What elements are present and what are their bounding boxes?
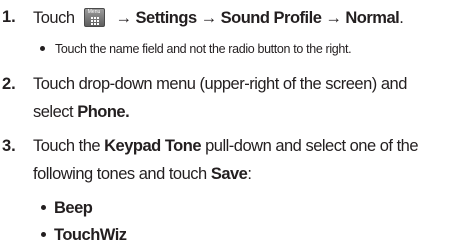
save-label: Save [210, 165, 248, 183]
normal-label: Normal [345, 9, 400, 27]
step-1-number: 1. [2, 8, 16, 26]
step-2-line-2: select Phone. [33, 103, 130, 121]
step-1-touch: Touch [33, 9, 75, 27]
settings-label: Settings [135, 9, 198, 27]
step-3-number: 3. [2, 137, 16, 155]
phone-label: Phone. [77, 103, 130, 121]
bullet-icon [40, 46, 45, 52]
tone-option-beep: Beep [41, 199, 93, 218]
step-1-note: Touch the name field and not the radio b… [40, 42, 352, 56]
menu-key-icon: Menu [83, 8, 105, 27]
arrow-icon: → [115, 9, 133, 27]
bullet-icon [41, 205, 46, 211]
step-1-text: Touch Menu → Settings → Sound Profile → Normal. [33, 8, 404, 27]
tone-option-touchwiz: TouchWiz [41, 226, 127, 245]
arrow-icon: → [200, 9, 218, 27]
step-3-line-1: Touch the Keypad Tone pull-down and sele… [33, 137, 419, 155]
step-2-line-1: Touch drop-down menu (upper-right of the… [33, 75, 407, 93]
step-3-line-2: following tones and touch Save: [33, 165, 252, 183]
step-2-number: 2. [2, 75, 16, 93]
keypad-tone-label: Keypad Tone [104, 137, 202, 155]
bullet-icon [41, 232, 46, 238]
sound-profile-label: Sound Profile [220, 9, 322, 27]
arrow-icon: → [325, 9, 342, 27]
